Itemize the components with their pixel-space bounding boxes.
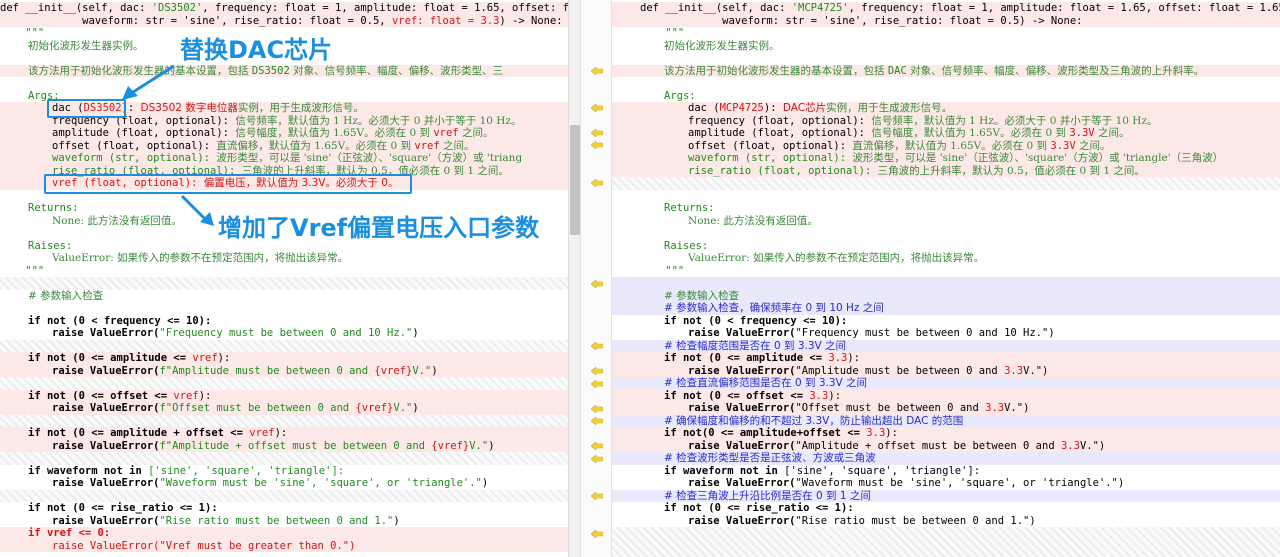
code-line: # 检查三角波上升沿比例是否在 0 到 1 之间 [612, 489, 1280, 502]
merge-arrow-icon[interactable] [591, 442, 603, 450]
code-line: None: 此方法没有返回值。 [688, 214, 818, 227]
code-line: """ [640, 27, 685, 39]
top-annotation-label: 替换DAC芯片 [180, 36, 333, 64]
code-line: frequency (float, optional): 信号频率，默认值为 1… [612, 114, 1280, 127]
code-line: 初始化波形发生器实例。 [664, 39, 780, 52]
merge-arrow-icon[interactable] [591, 67, 603, 75]
merge-arrow-icon[interactable] [591, 492, 603, 500]
code-line: Returns: [664, 202, 715, 214]
code-line: raise ValueError("Waveform must be 'sine… [688, 477, 1125, 489]
dac-highlight-box [47, 99, 126, 118]
merge-arrow-icon[interactable] [591, 417, 603, 425]
diff-gap [0, 377, 568, 390]
code-line: waveform: str = 'sine', rise_ratio: floa… [612, 14, 1280, 27]
code-line: dac (MCP4725): DAC芯片实例，用于生成波形信号。 [612, 102, 1280, 115]
code-line: raise ValueError(f"Amplitude must be bet… [0, 364, 568, 377]
code-line: if not (0 <= offset <= vref): [0, 389, 568, 402]
code-line: if vref <= 0: [0, 527, 568, 540]
code-line: """ [0, 264, 45, 277]
diff-compare-window: def __init__(self, dac: 'DS3502', freque… [0, 0, 1280, 557]
code-line: waveform (str, optional): 波形类型，可以是 'sine… [612, 152, 1280, 165]
code-line: offset (float, optional): 直流偏移，默认值为 1.65… [612, 139, 1280, 152]
scrollbar-thumb[interactable] [570, 125, 580, 235]
code-line: raise ValueError("Amplitude must be betw… [612, 364, 1280, 377]
code-line: raise ValueError("Frequency must be betw… [688, 327, 1055, 339]
merge-arrow-icon[interactable] [591, 104, 603, 112]
code-line: raise ValueError("Frequency must be betw… [52, 327, 419, 339]
top-annotation-arrow [122, 64, 175, 100]
diff-gutter [580, 0, 612, 557]
code-line: 该方法用于初始化波形发生器的基本设置，包括 DAC 对象、信号频率、幅度、偏移、… [612, 64, 1280, 77]
code-line: raise ValueError("Amplitude + offset mus… [612, 439, 1280, 452]
code-line: if not (0 <= amplitude <= vref): [0, 352, 568, 365]
code-line: raise ValueError("Waveform must be 'sine… [52, 477, 489, 489]
code-line: # 参数输入检查 [28, 289, 104, 302]
diff-gap [0, 452, 568, 465]
code-line: amplitude (float, optional): 信号幅度，默认值为 1… [0, 127, 568, 140]
code-line: if not (0 <= rise_ratio <= 1): [664, 502, 854, 514]
code-line: if waveform not in ['sine', 'square', 't… [28, 464, 345, 477]
merge-arrow-icon[interactable] [591, 280, 603, 288]
code-line: raise ValueError("Vref must be greater t… [0, 539, 568, 552]
code-line: 该方法用于初始化波形发生器的基本设置，包括 DS3502 对象、信号频率、幅度、… [0, 64, 568, 77]
merge-arrow-icon[interactable] [591, 129, 603, 137]
merge-arrow-icon[interactable] [591, 530, 603, 538]
code-line: # 确保幅度和偏移的和不超过 3.3V，防止输出超出 DAC 的范围 [612, 414, 1280, 427]
diff-gap [612, 177, 1280, 190]
code-line: if not (0 <= rise_ratio <= 1): [28, 502, 218, 514]
code-line: amplitude (float, optional): 信号幅度，默认值为 1… [612, 127, 1280, 140]
left-code-pane[interactable]: def __init__(self, dac: 'DS3502', freque… [0, 0, 568, 557]
code-line: def __init__(self, dac: 'DS3502', freque… [0, 2, 568, 15]
code-line: waveform (str, optional): 波形类型，可以是 'sine… [0, 152, 568, 165]
code-line: ValueError: 如果传入的参数不在预定范围内，将抛出该异常。 [688, 252, 985, 264]
code-line: Raises: [664, 239, 709, 252]
code-line: if not (0 < frequency <= 10): [28, 314, 212, 327]
code-line: rise_ratio (float, optional): 三角波的上升斜率，默… [612, 164, 1280, 177]
code-line: raise ValueError(f"Offset must be betwee… [0, 402, 568, 415]
diff-gap [0, 339, 568, 352]
code-line: if waveform not in ['sine', 'square', 't… [664, 464, 981, 477]
code-line: raise ValueError("Rise ratio must be bet… [688, 514, 1036, 527]
bottom-annotation-arrow [180, 194, 214, 226]
diff-added-line [612, 277, 1280, 290]
merge-arrow-icon[interactable] [591, 455, 603, 463]
diff-gap [0, 277, 568, 290]
code-line: Args: [664, 89, 696, 102]
code-line: # 参数输入检查 [612, 289, 1280, 302]
merge-arrow-icon[interactable] [591, 367, 603, 375]
vref-highlight-box [44, 174, 412, 194]
code-line: if not (0 <= amplitude + offset <= vref)… [0, 427, 568, 440]
merge-arrow-icon[interactable] [591, 141, 603, 149]
diff-gap [0, 414, 568, 427]
code-line: waveform: str = 'sine', rise_ratio: floa… [0, 14, 568, 27]
bottom-annotation-label: 增加了Vref偏置电压入口参数 [218, 214, 540, 242]
merge-arrow-icon[interactable] [591, 405, 603, 413]
merge-arrow-icon[interactable] [591, 179, 603, 187]
code-line: if not (0 <= offset <= 3.3): [612, 389, 1280, 402]
code-line: # 检查波形类型是否是正弦波、方波或三角波 [612, 452, 1280, 465]
code-line: raise ValueError(f"Amplitude + offset mu… [0, 439, 568, 452]
code-line: """ [640, 264, 685, 277]
merge-arrow-icon[interactable] [591, 380, 603, 388]
code-line: ValueError: 如果传入的参数不在预定范围内，将抛出该异常。 [52, 252, 349, 264]
vertical-scrollbar[interactable] [568, 0, 580, 557]
right-code-pane[interactable]: def __init__(self, dac: 'MCP4725', frequ… [612, 0, 1280, 557]
diff-gap [0, 489, 568, 502]
code-line: offset (float, optional): 直流偏移，默认值为 1.65… [0, 139, 568, 152]
diff-gap [612, 527, 1280, 557]
code-line: # 检查幅度范围是否在 0 到 3.3V 之间 [612, 339, 1280, 352]
code-line: # 参数输入检查，确保频率在 0 到 10 Hz 之间 [612, 302, 1280, 315]
code-line: if not (0 < frequency <= 10): [664, 314, 848, 327]
code-line: raise ValueError("Rise ratio must be bet… [52, 514, 400, 527]
code-line: def __init__(self, dac: 'MCP4725', frequ… [612, 2, 1280, 15]
code-line: # 检查直流偏移范围是否在 0 到 3.3V 之间 [612, 377, 1280, 390]
code-line: raise ValueError("Offset must be between… [612, 402, 1280, 415]
code-line: if not (0 <= amplitude <= 3.3): [612, 352, 1280, 365]
merge-arrow-icon[interactable] [591, 342, 603, 350]
code-line: if not(0 <= amplitude+offset <= 3.3): [612, 427, 1280, 440]
